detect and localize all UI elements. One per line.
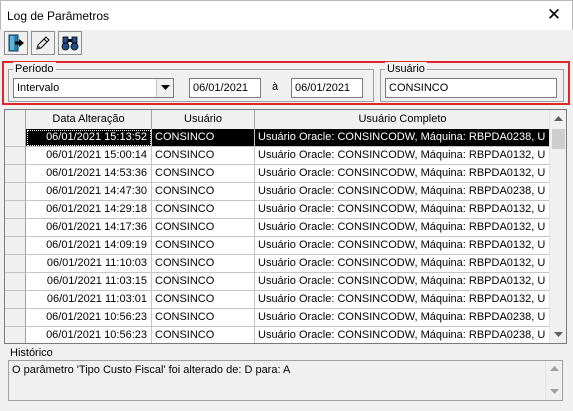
cell-usuario-completo[interactable]: Usuário Oracle: CONSINCODW, Máquina: RBP… [255,309,551,327]
table-row[interactable]: 06/01/2021 11:03:15 CONSINCO Usuário Oracl… [5,273,551,291]
cell-data-alteracao[interactable]: 06/01/2021 11:03:01 [26,291,152,309]
cell-usuario-completo[interactable]: Usuário Oracle: CONSINCODW, Máquina: RBP… [255,255,551,273]
history-group: Histórico O parâmetro 'Tipo Custo Fiscal… [4,346,567,405]
cell-usuario[interactable]: CONSINCO [152,273,255,291]
row-indicator [5,309,26,327]
cell-usuario-completo[interactable]: Usuário Oracle: CONSINCODW, Máquina: RBP… [255,165,551,183]
history-scrollbar[interactable] [545,361,562,400]
periodo-group: Período Intervalo 06/01/2021 à 06/01/202… [8,62,374,102]
cell-data-alteracao[interactable]: 06/01/2021 14:17:36 [26,219,152,237]
cell-data-alteracao[interactable]: 06/01/2021 11:03:15 [26,273,152,291]
row-indicator [5,201,26,219]
cell-data-alteracao[interactable]: 06/01/2021 10:56:23 [26,309,152,327]
cell-usuario-completo[interactable]: Usuário Oracle: CONSINCODW, Máquina: RBP… [255,327,551,343]
table-row[interactable]: 06/01/2021 14:09:19 CONSINCO Usuário Oracl… [5,237,551,255]
table-row[interactable]: 06/01/2021 11:03:01 CONSINCO Usuário Oracl… [5,291,551,309]
periodo-select-value: Intervalo [17,82,60,94]
cell-data-alteracao[interactable]: 06/01/2021 10:56:23 [26,327,152,343]
column-header-usuario[interactable]: Usuário [152,110,255,129]
cell-usuario[interactable]: CONSINCO [152,165,255,183]
cell-data-alteracao[interactable]: 06/01/2021 15:00:14 [26,147,152,165]
cell-usuario[interactable]: CONSINCO [152,183,255,201]
usuario-label: Usuário [385,62,427,76]
usuario-field[interactable]: CONSINCO [385,78,557,98]
row-indicator [5,237,26,255]
table-row[interactable]: 06/01/2021 14:53:36 CONSINCO Usuário Oracl… [5,165,551,183]
vertical-scrollbar[interactable] [549,110,566,343]
cell-data-alteracao[interactable]: 06/01/2021 14:29:18 [26,201,152,219]
chevron-down-icon[interactable] [156,79,173,97]
cell-usuario[interactable]: CONSINCO [152,219,255,237]
date-separator: à [272,81,279,93]
cell-usuario[interactable]: CONSINCO [152,309,255,327]
cell-usuario[interactable]: CONSINCO [152,201,255,219]
row-indicator [5,129,26,147]
cell-usuario[interactable]: CONSINCO [152,237,255,255]
cell-usuario-completo[interactable]: Usuário Oracle: CONSINCODW, Máquina: RBP… [255,147,551,165]
scroll-down-icon[interactable] [550,389,559,395]
cell-usuario-completo[interactable]: Usuário Oracle: CONSINCODW, Máquina: RBP… [255,183,551,201]
table-row[interactable]: 06/01/2021 14:47:30 CONSINCO Usuário Oracl… [5,183,551,201]
scroll-down-icon[interactable] [550,326,566,343]
row-indicator [5,255,26,273]
close-icon[interactable]: ✕ [544,5,564,25]
table-row[interactable]: 06/01/2021 11:10:03 CONSINCO Usuário Oracl… [5,255,551,273]
column-header-data[interactable]: Data Alteração [26,110,152,129]
cell-usuario-completo[interactable]: Usuário Oracle: CONSINCODW, Máquina: RBP… [255,291,551,309]
window-title: Log de Parâmetros [7,9,110,23]
cell-usuario[interactable]: CONSINCO [152,129,255,147]
cell-data-alteracao[interactable]: 06/01/2021 14:53:36 [26,165,152,183]
cell-usuario[interactable]: CONSINCO [152,291,255,309]
cell-usuario-completo[interactable]: Usuário Oracle: CONSINCODW, Máquina: RBP… [255,219,551,237]
history-text: O parâmetro 'Tipo Custo Fiscal' foi alte… [12,364,291,376]
table-row[interactable]: 06/01/2021 14:17:36 CONSINCO Usuário Oracl… [5,219,551,237]
cell-usuario-completo[interactable]: Usuário Oracle: CONSINCODW, Máquina: RBP… [255,129,551,147]
log-grid: Data Alteração Usuário Usuário Completo … [4,109,567,344]
periodo-label: Período [13,62,56,76]
cell-data-alteracao[interactable]: 06/01/2021 15:13:52 [26,129,152,147]
date-from-field[interactable]: 06/01/2021 [189,78,261,98]
row-indicator [5,183,26,201]
cell-usuario[interactable]: CONSINCO [152,147,255,165]
exit-door-icon [8,34,24,52]
cell-usuario-completo[interactable]: Usuário Oracle: CONSINCODW, Máquina: RBP… [255,201,551,219]
filter-panel: Período Intervalo 06/01/2021 à 06/01/202… [2,61,570,105]
row-indicator [5,327,26,343]
table-row[interactable]: 06/01/2021 15:13:52 CONSINCO Usuário Oracl… [5,129,551,147]
date-to-field[interactable]: 06/01/2021 [291,78,363,98]
row-indicator [5,165,26,183]
scroll-up-icon[interactable] [550,366,559,372]
cell-usuario[interactable]: CONSINCO [152,327,255,343]
cell-usuario-completo[interactable]: Usuário Oracle: CONSINCODW, Máquina: RBP… [255,237,551,255]
scroll-up-icon[interactable] [550,110,566,127]
cell-usuario[interactable]: CONSINCO [152,255,255,273]
table-row[interactable]: 06/01/2021 14:29:18 CONSINCO Usuário Oracl… [5,201,551,219]
table-row[interactable]: 06/01/2021 10:56:23 CONSINCO Usuário Oracl… [5,327,551,343]
history-memo[interactable]: O parâmetro 'Tipo Custo Fiscal' foi alte… [8,360,563,401]
row-indicator [5,291,26,309]
cell-data-alteracao[interactable]: 06/01/2021 14:09:19 [26,237,152,255]
history-label: Histórico [8,346,55,360]
grid-header: Data Alteração Usuário Usuário Completo [5,110,566,129]
row-indicator [5,147,26,165]
row-indicator [5,219,26,237]
exit-button[interactable] [4,31,28,55]
title-bar: Log de Parâmetros ✕ [0,0,573,30]
edit-button[interactable] [31,31,55,55]
cell-usuario-completo[interactable]: Usuário Oracle: CONSINCODW, Máquina: RBP… [255,273,551,291]
cell-data-alteracao[interactable]: 06/01/2021 11:10:03 [26,255,152,273]
table-row[interactable]: 06/01/2021 10:56:23 CONSINCO Usuário Oracl… [5,309,551,327]
binoculars-icon [61,36,79,51]
search-button[interactable] [58,31,82,55]
usuario-group: Usuário CONSINCO [380,62,564,102]
periodo-select[interactable]: Intervalo [13,78,174,98]
column-header-usuario-completo[interactable]: Usuário Completo [255,110,551,129]
pencil-icon [36,36,50,50]
row-indicator [5,273,26,291]
row-indicator-header [5,110,26,129]
table-row[interactable]: 06/01/2021 15:00:14 CONSINCO Usuário Oracl… [5,147,551,165]
toolbar [0,30,573,57]
scroll-thumb[interactable] [552,129,565,149]
cell-data-alteracao[interactable]: 06/01/2021 14:47:30 [26,183,152,201]
